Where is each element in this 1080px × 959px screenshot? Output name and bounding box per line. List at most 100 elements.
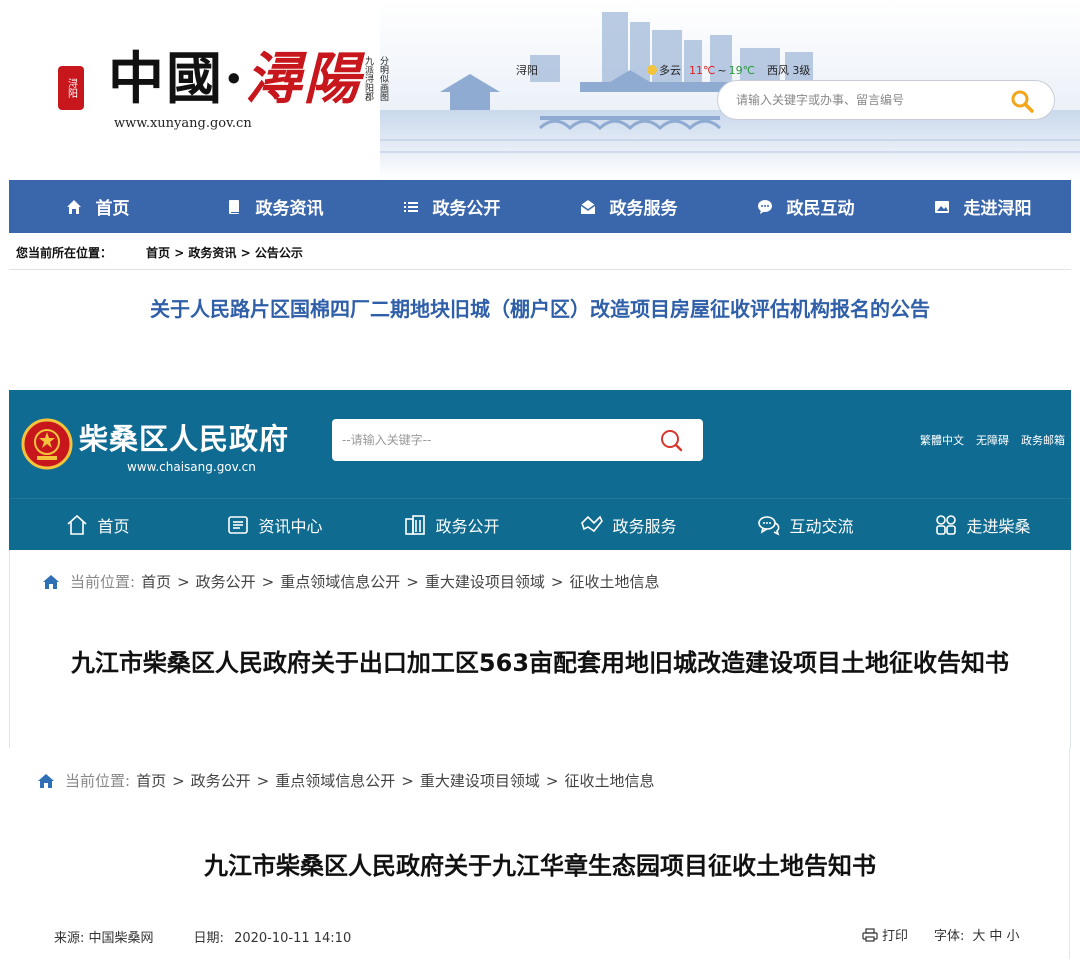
xunyang-breadcrumb: 您当前所在位置： 首页 > 政务资讯 > 公告公示 [16, 244, 303, 261]
source-info: 来源: 中国柴桑网 [54, 927, 154, 946]
nav-item-interaction[interactable]: 互动交流 [717, 499, 894, 550]
search-icon[interactable] [1010, 89, 1034, 113]
nav-label: 政务公开 [432, 199, 501, 219]
link-traditional-chinese[interactable]: 繁體中文 [920, 432, 964, 448]
breadcrumb-path[interactable]: 首页 > 政务资讯 > 公告公示 [146, 244, 303, 261]
wind-info: 西风 3级 [766, 64, 811, 77]
temp-low: 11℃ [689, 63, 716, 77]
nav-item-about[interactable]: 走进柴桑 [894, 499, 1071, 550]
printer-icon[interactable] [862, 927, 878, 942]
xunyang-logo[interactable]: 中國·潯陽 [108, 44, 362, 114]
xunyang-motto: 九派浔阳郡 分明似画图 [362, 56, 388, 101]
nav-label: 政务服务 [609, 199, 678, 219]
xunyang-search-input[interactable] [736, 90, 996, 110]
nav-label: 首页 [97, 516, 130, 536]
chat-icon [757, 199, 772, 214]
breadcrumb-label: 当前位置: [65, 772, 131, 790]
home-icon [66, 199, 81, 214]
notice-breadcrumb: 当前位置: 首页 > 政务公开 > 重点领域信息公开 > 重大建设项目领域 > 征收土地… [37, 770, 654, 791]
print-button[interactable]: 打印 [882, 925, 908, 944]
xunyang-article-title: 关于人民路片区国棉四厂二期地块旧城（棚户区）改造项目房屋征收评估机构报名的公告 [150, 297, 930, 321]
breadcrumb-open-gov[interactable]: 政务公开 [191, 770, 251, 791]
xunyang-url: www.xunyang.gov.cn [114, 116, 252, 131]
article-tools: 打印 字体: 大 中 小 [862, 925, 1019, 944]
link-accessibility[interactable]: 无障碍 [976, 432, 1009, 448]
chaisang-search-input[interactable] [342, 430, 632, 450]
breadcrumb-land-expropriation[interactable]: 征收土地信息 [569, 571, 659, 592]
nav-item-about[interactable]: 走进浔阳 [894, 180, 1071, 233]
font-size-medium-button[interactable]: 中 [989, 925, 1002, 944]
xunyang-seal: 浔阳 [58, 66, 84, 110]
image-icon [934, 200, 949, 213]
home-icon [43, 574, 59, 589]
font-size-label: 字体: [934, 929, 965, 944]
date-info: 日期: 2020-10-11 14:10 [194, 927, 352, 946]
chaisang-url: www.chaisang.gov.cn [127, 460, 256, 474]
chat-bubbles-icon [758, 515, 780, 536]
nav-item-open-gov[interactable]: 政务公开 [363, 180, 540, 233]
nav-item-open-gov[interactable]: 政务公开 [363, 499, 540, 550]
breadcrumb-label: 您当前所在位置： [16, 246, 113, 260]
xunyang-header: 浔阳 中國·潯陽 www.xunyang.gov.cn 九派浔阳郡 分明似画图 … [0, 0, 1080, 180]
temp-high: 19℃ [728, 63, 755, 77]
breadcrumb-land-expropriation[interactable]: 征收土地信息 [564, 770, 654, 791]
chaisang-page: 柴桑区人民政府 www.chaisang.gov.cn 繁體中文 无障碍 政务邮… [0, 390, 1080, 748]
nav-label: 互动交流 [789, 516, 854, 536]
nav-label: 资讯中心 [258, 516, 323, 536]
chaisang-article-title: 九江市柴桑区人民政府关于出口加工区563亩配套用地旧城改造建设项目土地征收告知书 [70, 649, 1010, 677]
breadcrumb-major-projects[interactable]: 重大建设项目领域 [425, 571, 545, 592]
xunyang-search-box [717, 80, 1055, 120]
article-meta: 来源: 中国柴桑网 日期: 2020-10-11 14:10 [54, 927, 351, 946]
motto-line-2: 分明似画图 [378, 56, 388, 101]
breadcrumb-home[interactable]: 首页 [136, 770, 166, 791]
xunyang-page: 浔阳 中國·潯陽 www.xunyang.gov.cn 九派浔阳郡 分明似画图 … [0, 0, 1080, 390]
notice-article-title: 九江市柴桑区人民政府关于九江华章生态园项目征收土地告知书 [204, 852, 876, 880]
breadcrumb-open-gov[interactable]: 政务公开 [196, 571, 256, 592]
chaisang-header: 柴桑区人民政府 www.chaisang.gov.cn 繁體中文 无障碍 政务邮… [9, 390, 1071, 550]
nav-item-news[interactable]: 政务资讯 [186, 180, 363, 233]
weather-widget: 多云 11℃ ~ 19℃ 西风 3级 [647, 62, 810, 78]
city-label: 浔阳 [516, 64, 538, 77]
cloudy-sun-icon [647, 65, 657, 75]
home-icon [38, 773, 54, 788]
notice-page: 当前位置: 首页 > 政务公开 > 重点领域信息公开 > 重大建设项目领域 > 征收土地… [0, 748, 1080, 959]
breadcrumb-home[interactable]: 首页 [141, 571, 171, 592]
chaisang-logo[interactable]: 柴桑区人民政府 [79, 416, 289, 458]
list-icon [403, 201, 418, 212]
top-links: 繁體中文 无障碍 政务邮箱 [920, 432, 1065, 448]
nav-label: 政务服务 [612, 516, 677, 536]
chaisang-breadcrumb: 当前位置: 首页 > 政务公开 > 重点领域信息公开 > 重大建设项目领域 > 征收土地… [42, 571, 659, 592]
logo-red-text: 潯陽 [245, 46, 362, 112]
news-icon [228, 515, 249, 534]
document-icon [228, 199, 239, 214]
breadcrumb-major-projects[interactable]: 重大建设项目领域 [420, 770, 540, 791]
nav-label: 走进柴桑 [966, 516, 1031, 536]
divider [9, 269, 1071, 270]
source-value: 中国柴桑网 [88, 931, 154, 946]
weather-condition: 多云 [659, 64, 681, 77]
font-size-large-button[interactable]: 大 [972, 925, 985, 944]
link-gov-mail[interactable]: 政务邮箱 [1021, 432, 1065, 448]
breadcrumb-key-areas[interactable]: 重点领域信息公开 [275, 770, 395, 791]
divider [1070, 550, 1071, 748]
nav-label: 政务资讯 [255, 199, 324, 219]
nav-item-home[interactable]: 首页 [9, 180, 186, 233]
search-icon[interactable] [659, 428, 683, 452]
breadcrumb-label: 当前位置: [70, 573, 136, 591]
logo-main-text: 中國· [108, 46, 246, 112]
nav-item-home[interactable]: 首页 [9, 499, 186, 550]
building-icon [405, 514, 426, 535]
national-emblem-icon[interactable] [21, 418, 73, 470]
handshake-icon [581, 515, 604, 532]
font-size-small-button[interactable]: 小 [1006, 925, 1019, 944]
nav-item-interaction[interactable]: 政民互动 [717, 180, 894, 233]
divider [9, 550, 10, 748]
breadcrumb-key-areas[interactable]: 重点领域信息公开 [280, 571, 400, 592]
chaisang-main-nav: 首页 资讯中心 政务公开 政务服务 互动交流 走进柴桑 [9, 498, 1071, 550]
temp-sep: ~ [717, 63, 727, 77]
nav-item-services[interactable]: 政务服务 [540, 499, 717, 550]
grid-icon [936, 514, 957, 535]
nav-item-news-center[interactable]: 资讯中心 [186, 499, 363, 550]
nav-item-services[interactable]: 政务服务 [540, 180, 717, 233]
home-outline-icon [67, 514, 88, 535]
